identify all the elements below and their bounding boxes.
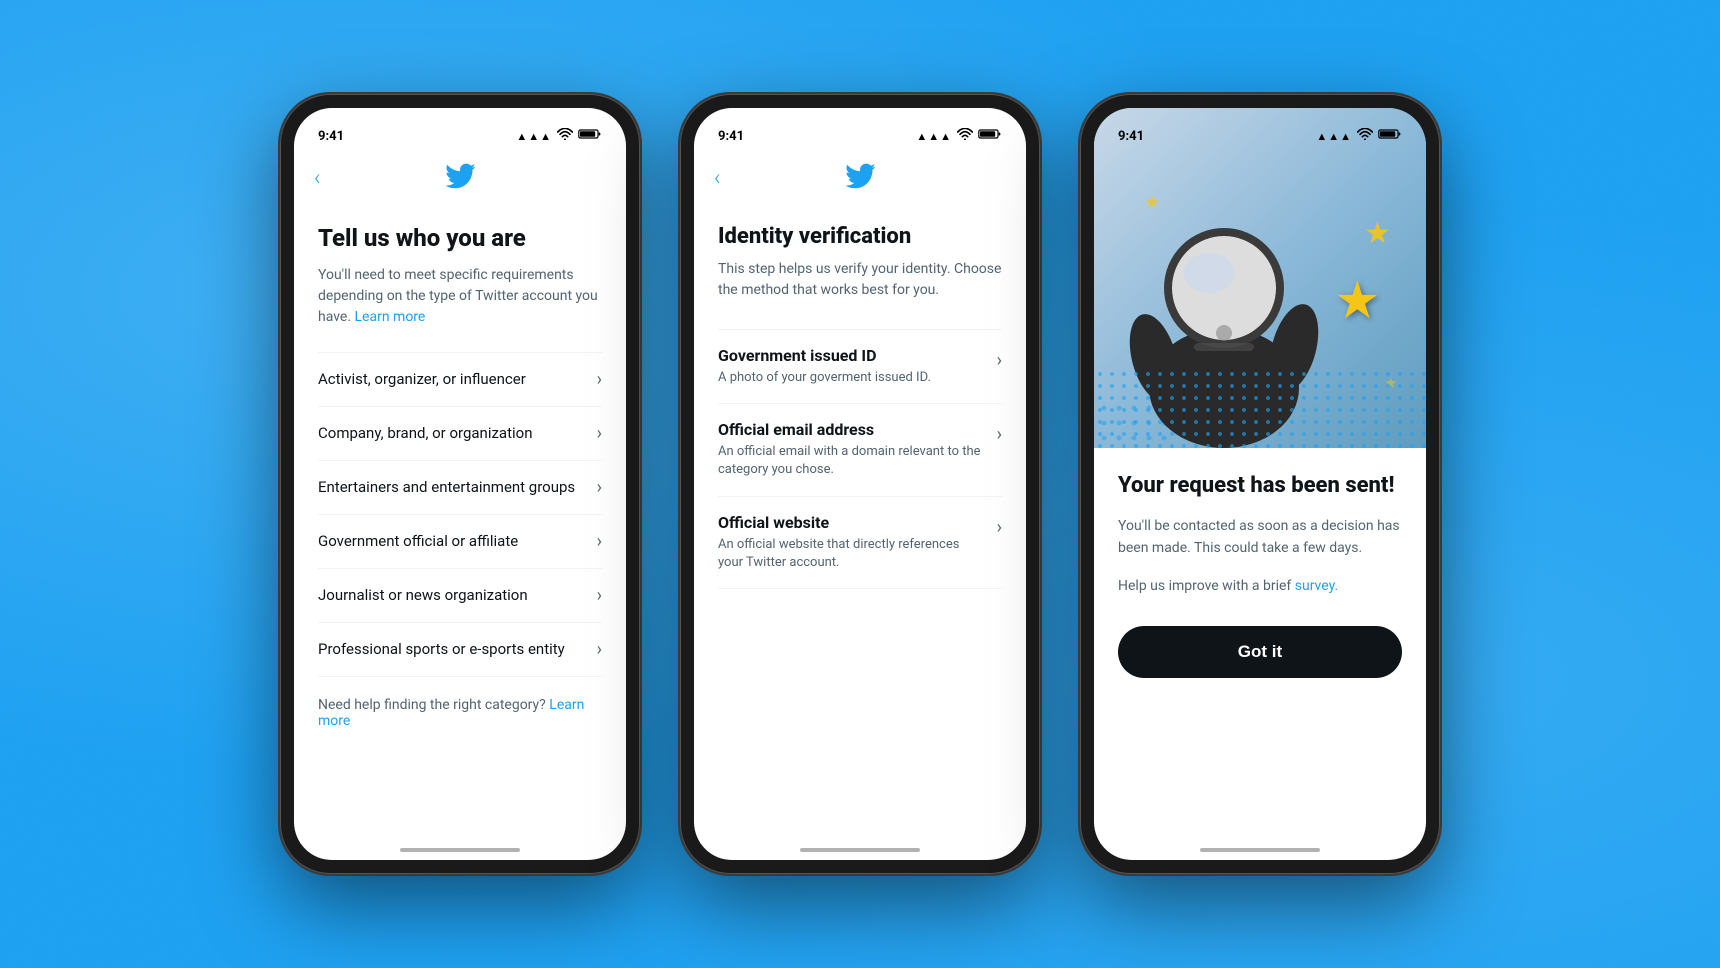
phone-3: 9:41 ▲▲▲ (1080, 94, 1440, 874)
status-icons-3: ▲▲▲ (1316, 128, 1402, 144)
got-it-button[interactable]: Got it (1118, 626, 1402, 678)
status-time-1: 9:41 (318, 129, 344, 144)
verification-option-email[interactable]: Official email address An official email… (718, 404, 1002, 496)
screen2-title: Identity verification (718, 224, 1002, 249)
status-time-3: 9:41 (1118, 129, 1144, 144)
chevron-website: › (997, 517, 1002, 538)
status-bar-3: 9:41 ▲▲▲ (1094, 108, 1426, 152)
screen2-content: Identity verification This step helps us… (694, 204, 1026, 860)
svg-text:★: ★ (1364, 216, 1391, 251)
survey-link[interactable]: survey. (1295, 578, 1338, 594)
battery-icon-1 (578, 128, 602, 144)
option-email-desc: An official email with a domain relevant… (718, 443, 985, 479)
verification-option-website[interactable]: Official website An official website tha… (718, 497, 1002, 589)
status-icons-1: ▲▲▲ (516, 128, 602, 144)
twitter-logo-1 (444, 160, 476, 196)
svg-text:★: ★ (1144, 192, 1160, 213)
wifi-icon-1 (557, 128, 573, 144)
chevron-email: › (997, 424, 1002, 445)
signal-icon-2: ▲▲▲ (916, 130, 952, 143)
phone-1-screen: 9:41 ▲▲▲ (294, 108, 626, 860)
option-website-desc: An official website that directly refere… (718, 536, 985, 572)
back-button-2[interactable]: ‹ (714, 166, 721, 191)
chevron-company: › (597, 423, 602, 444)
twitter-logo-2 (844, 160, 876, 196)
option-id-desc: A photo of your goverment issued ID. (718, 369, 985, 387)
phone-2: 9:41 ▲▲▲ (680, 94, 1040, 874)
chevron-government: › (597, 531, 602, 552)
battery-icon-2 (978, 128, 1002, 144)
illustration-svg: ★ ★ ★ ★ (1094, 108, 1426, 448)
home-indicator-3 (1200, 848, 1320, 852)
category-government[interactable]: Government official or affiliate › (318, 515, 602, 569)
help-text: Need help finding the right category? Le… (318, 697, 602, 729)
chevron-journalist: › (597, 585, 602, 606)
request-survey: Help us improve with a brief survey. (1118, 575, 1402, 597)
status-icons-2: ▲▲▲ (916, 128, 1002, 144)
category-journalist[interactable]: Journalist or news organization › (318, 569, 602, 623)
category-activist[interactable]: Activist, organizer, or influencer › (318, 352, 602, 407)
status-bar-1: 9:41 ▲▲▲ (294, 108, 626, 152)
chevron-entertainers: › (597, 477, 602, 498)
category-company[interactable]: Company, brand, or organization › (318, 407, 602, 461)
signal-icon-3: ▲▲▲ (1316, 130, 1352, 143)
home-indicator-1 (400, 848, 520, 852)
status-bar-2: 9:41 ▲▲▲ (694, 108, 1026, 152)
svg-text:★: ★ (1334, 270, 1381, 331)
wifi-icon-2 (957, 128, 973, 144)
chevron-activist: › (597, 369, 602, 390)
illustration-area: 9:41 ▲▲▲ (1094, 108, 1426, 448)
nav-bar-1: ‹ (294, 152, 626, 204)
option-email-title: Official email address (718, 420, 985, 439)
request-content: Your request has been sent! You'll be co… (1094, 448, 1426, 860)
battery-icon-3 (1378, 128, 1402, 144)
learn-more-link-1[interactable]: Learn more (355, 309, 426, 325)
back-button-1[interactable]: ‹ (314, 166, 321, 191)
chevron-id: › (997, 350, 1002, 371)
screen1-subtitle: You'll need to meet specific requirement… (318, 265, 602, 328)
verification-option-id[interactable]: Government issued ID A photo of your gov… (718, 329, 1002, 404)
category-sports[interactable]: Professional sports or e-sports entity › (318, 623, 602, 677)
category-entertainers[interactable]: Entertainers and entertainment groups › (318, 461, 602, 515)
signal-icon-1: ▲▲▲ (516, 130, 552, 143)
option-id-title: Government issued ID (718, 346, 985, 365)
request-description: You'll be contacted as soon as a decisio… (1118, 515, 1402, 560)
wifi-icon-3 (1357, 128, 1373, 144)
phone-3-screen: 9:41 ▲▲▲ (1094, 108, 1426, 860)
svg-text:★: ★ (1384, 374, 1397, 392)
phone-1: 9:41 ▲▲▲ (280, 94, 640, 874)
option-website-title: Official website (718, 513, 985, 532)
chevron-sports: › (597, 639, 602, 660)
nav-bar-2: ‹ (694, 152, 1026, 204)
home-indicator-2 (800, 848, 920, 852)
screen1-content: Tell us who you are You'll need to meet … (294, 204, 626, 860)
status-time-2: 9:41 (718, 129, 744, 144)
screen2-subtitle: This step helps us verify your identity.… (718, 259, 1002, 301)
phone-2-screen: 9:41 ▲▲▲ (694, 108, 1026, 860)
category-list: Activist, organizer, or influencer › Com… (318, 352, 602, 677)
request-title: Your request has been sent! (1118, 472, 1402, 501)
screen1-title: Tell us who you are (318, 224, 602, 253)
